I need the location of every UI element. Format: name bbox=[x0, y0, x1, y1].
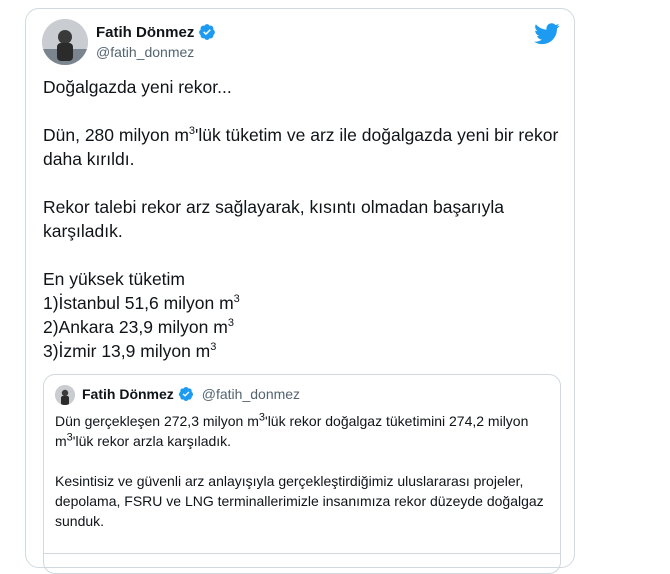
tweet-paragraph: Rekor talebi rekor arz sağlayarak, kısın… bbox=[43, 197, 505, 241]
quote-paragraph: Dün gerçekleşen 272,3 milyon m3'lük reko… bbox=[55, 411, 529, 449]
tweet-body: Doğalgazda yeni rekor... Dün, 280 milyon… bbox=[43, 75, 563, 363]
twitter-bird-icon[interactable] bbox=[534, 23, 560, 45]
author-name[interactable]: Fatih Dönmez bbox=[96, 24, 194, 41]
quote-author-name: Fatih Dönmez bbox=[82, 386, 174, 402]
verified-badge-icon bbox=[178, 387, 193, 401]
quoted-tweet[interactable]: Fatih Dönmez @fatih_donmez Dün gerçekleş… bbox=[43, 374, 561, 574]
quote-avatar[interactable] bbox=[55, 385, 75, 405]
tweet-paragraph: Dün, 280 milyon m3'lük tüketim ve arz il… bbox=[43, 125, 559, 169]
quote-author-handle: @fatih_donmez bbox=[201, 386, 301, 402]
tweet-card[interactable]: Fatih Dönmez @fatih_donmez Doğalgazda ye… bbox=[25, 8, 575, 574]
author-handle[interactable]: @fatih_donmez bbox=[96, 44, 194, 60]
list-item: 1)İstanbul 51,6 milyon m3 bbox=[43, 293, 240, 313]
list-title: En yüksek tüketim bbox=[43, 269, 185, 289]
list-item: 2)Ankara 23,9 milyon m3 bbox=[43, 317, 234, 337]
avatar-image bbox=[42, 19, 88, 65]
author-avatar[interactable] bbox=[42, 19, 88, 65]
verified-badge-icon bbox=[199, 24, 216, 40]
quote-body: Dün gerçekleşen 272,3 milyon m3'lük reko… bbox=[55, 411, 555, 531]
tweet-line: Doğalgazda yeni rekor... bbox=[43, 77, 232, 97]
quote-avatar-image bbox=[55, 385, 75, 405]
quote-paragraph: Kesintisiz ve güvenli arz anlayışıyla ge… bbox=[55, 473, 544, 529]
list-item: 3)İzmir 13,9 milyon m3 bbox=[43, 341, 217, 361]
quote-media-divider bbox=[44, 553, 560, 554]
